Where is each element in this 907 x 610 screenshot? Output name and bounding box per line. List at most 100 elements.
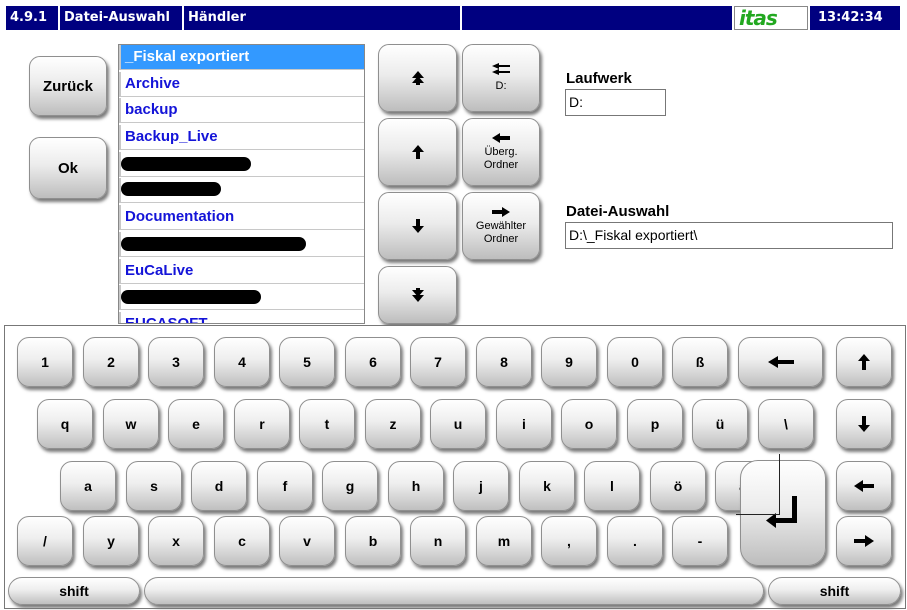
key-h[interactable]: h — [388, 461, 444, 511]
key-c[interactable]: c — [214, 516, 270, 566]
key-o[interactable]: o — [561, 399, 617, 449]
redaction-bar — [121, 156, 251, 171]
list-item-fiskal[interactable]: _Fiskal exportiert — [119, 45, 364, 70]
enter-notch-line — [736, 514, 780, 515]
key-1[interactable]: 1 — [17, 337, 73, 387]
mode-label: Händler — [184, 6, 460, 30]
key-a[interactable]: a — [60, 461, 116, 511]
list-item-backup[interactable]: backup — [119, 98, 364, 124]
list-item-archive[interactable]: Archive — [119, 71, 364, 97]
double-down-arrow-icon — [411, 288, 424, 302]
key-j[interactable]: j — [453, 461, 509, 511]
key-p[interactable]: p — [627, 399, 683, 449]
key-8[interactable]: 8 — [476, 337, 532, 387]
list-item-eucasoft[interactable]: EUCASOFT — [119, 311, 364, 323]
file-selection-label: Datei-Auswahl — [566, 203, 670, 220]
page-down-button[interactable] — [378, 266, 457, 324]
key-r[interactable]: r — [234, 399, 290, 449]
redaction-bar — [121, 182, 221, 197]
parent-folder-button[interactable]: Überg. Ordner — [462, 118, 540, 186]
key-k[interactable]: k — [519, 461, 575, 511]
drive-root-button[interactable]: D: — [462, 44, 540, 112]
enter-notch-line — [779, 454, 780, 514]
key-backslash[interactable]: \ — [758, 399, 814, 449]
redaction-bar — [121, 236, 306, 251]
key-e[interactable]: e — [168, 399, 224, 449]
version-label: 4.9.1 — [6, 6, 58, 30]
file-selection-field[interactable]: D:\_Fiskal exportiert\ — [565, 222, 893, 249]
key-x[interactable]: x — [148, 516, 204, 566]
key-m[interactable]: m — [476, 516, 532, 566]
key-minus[interactable]: - — [672, 516, 728, 566]
drive-field[interactable]: D: — [565, 89, 666, 116]
shift-right-key[interactable]: shift — [768, 577, 901, 605]
down-button[interactable] — [378, 192, 457, 260]
key-3[interactable]: 3 — [148, 337, 204, 387]
screen-title: Datei-Auswahl — [60, 6, 182, 30]
key-z[interactable]: z — [365, 399, 421, 449]
key-b[interactable]: b — [345, 516, 401, 566]
list-item-redacted-4[interactable] — [119, 285, 364, 311]
key-n[interactable]: n — [410, 516, 466, 566]
down-arrow-icon — [411, 219, 424, 233]
key-oe[interactable]: ö — [650, 461, 706, 511]
enter-arrow-icon — [766, 496, 797, 528]
list-item-redacted-2[interactable] — [119, 178, 364, 204]
key-6[interactable]: 6 — [345, 337, 401, 387]
key-eszett[interactable]: ß — [672, 337, 728, 387]
key-u[interactable]: u — [430, 399, 486, 449]
cursor-down-key[interactable] — [836, 399, 892, 449]
list-item-backup-live[interactable]: Backup_Live — [119, 125, 364, 151]
double-up-arrow-icon — [411, 71, 424, 85]
selected-folder-label-2: Ordner — [483, 232, 519, 245]
left-arrow-icon — [854, 480, 874, 492]
selected-folder-label-1: Gewählter — [475, 219, 527, 232]
selected-folder-button[interactable]: Gewählter Ordner — [462, 192, 540, 260]
list-item-documentation[interactable]: Documentation — [119, 205, 364, 231]
backspace-key[interactable] — [738, 337, 823, 387]
status-area — [462, 6, 732, 30]
back-button[interactable]: Zurück — [29, 56, 107, 116]
key-f[interactable]: f — [257, 461, 313, 511]
key-slash[interactable]: / — [17, 516, 73, 566]
key-9[interactable]: 9 — [541, 337, 597, 387]
key-ue[interactable]: ü — [692, 399, 748, 449]
double-left-arrow-icon — [492, 63, 510, 75]
key-g[interactable]: g — [322, 461, 378, 511]
enter-key[interactable] — [740, 460, 826, 566]
key-2[interactable]: 2 — [83, 337, 139, 387]
cursor-right-key[interactable] — [836, 516, 892, 566]
right-arrow-icon — [854, 535, 874, 547]
key-s[interactable]: s — [126, 461, 182, 511]
key-y[interactable]: y — [83, 516, 139, 566]
key-period[interactable]: . — [607, 516, 663, 566]
key-comma[interactable]: , — [541, 516, 597, 566]
file-list[interactable]: _Fiskal exportiert Archive backup Backup… — [118, 44, 365, 324]
list-item-redacted-1[interactable] — [119, 151, 364, 177]
redaction-bar — [121, 290, 261, 305]
key-i[interactable]: i — [496, 399, 552, 449]
key-5[interactable]: 5 — [279, 337, 335, 387]
key-v[interactable]: v — [279, 516, 335, 566]
key-t[interactable]: t — [299, 399, 355, 449]
drive-root-label: D: — [495, 80, 507, 92]
cursor-up-key[interactable] — [836, 337, 892, 387]
key-4[interactable]: 4 — [214, 337, 270, 387]
shift-left-key[interactable]: shift — [8, 577, 140, 605]
ok-button[interactable]: Ok — [29, 137, 107, 199]
key-d[interactable]: d — [191, 461, 247, 511]
list-item-eucalive[interactable]: EuCaLive — [119, 258, 364, 284]
up-button[interactable] — [378, 118, 457, 186]
key-7[interactable]: 7 — [410, 337, 466, 387]
page-up-button[interactable] — [378, 44, 457, 112]
title-bar: 4.9.1 Datei-Auswahl Händler itas 13:42:3… — [0, 0, 907, 36]
up-arrow-icon — [411, 145, 424, 159]
list-item-redacted-3[interactable] — [119, 231, 364, 257]
drive-label: Laufwerk — [566, 70, 632, 87]
key-w[interactable]: w — [103, 399, 159, 449]
cursor-left-key[interactable] — [836, 461, 892, 511]
key-0[interactable]: 0 — [607, 337, 663, 387]
key-l[interactable]: l — [584, 461, 640, 511]
key-q[interactable]: q — [37, 399, 93, 449]
space-key[interactable] — [144, 577, 764, 605]
